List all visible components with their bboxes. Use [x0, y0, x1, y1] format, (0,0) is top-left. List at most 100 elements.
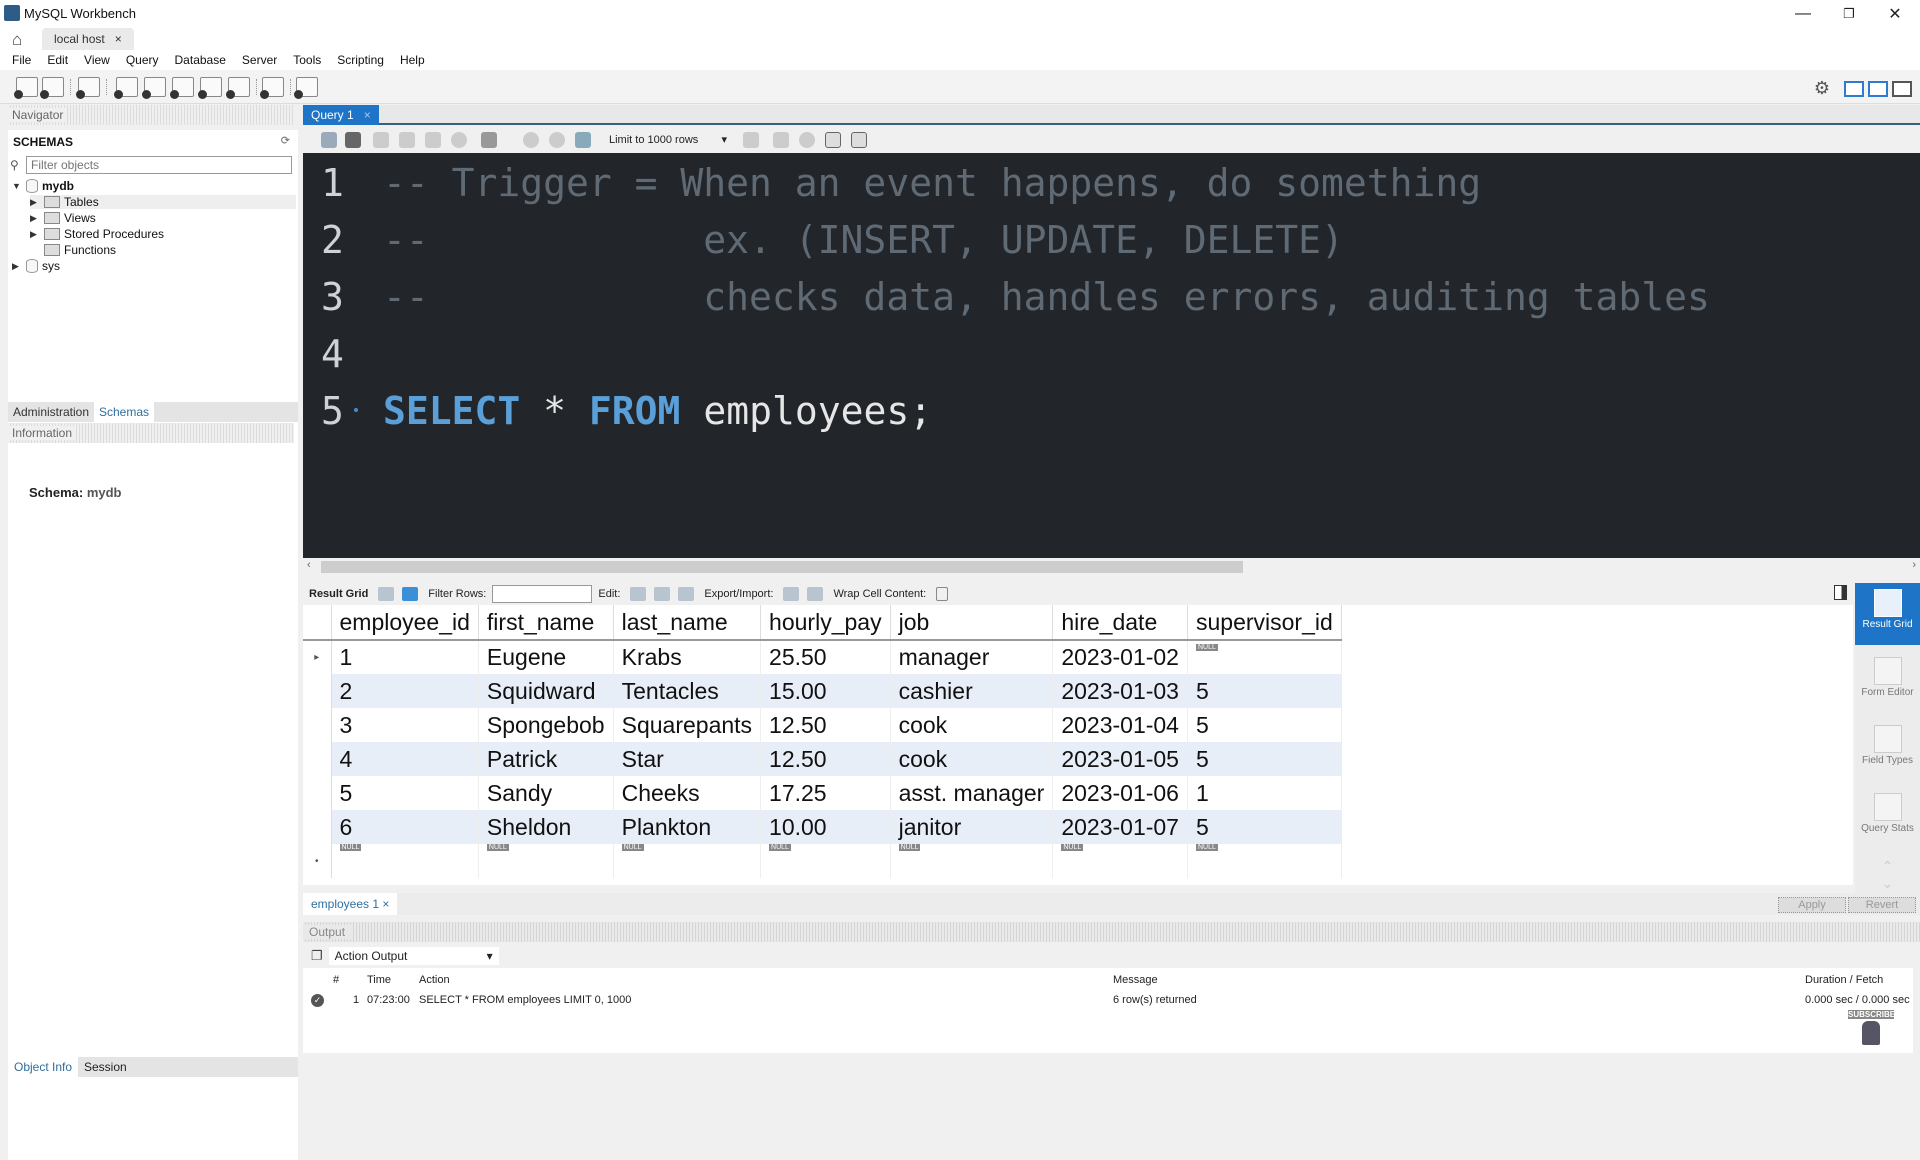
delete-row-icon[interactable]: [678, 587, 695, 601]
cell-employee-id[interactable]: 3: [331, 708, 479, 742]
expand-arrow-icon[interactable]: ▶: [30, 229, 40, 240]
cell-job[interactable]: cook: [890, 742, 1054, 776]
wrap-cell-icon[interactable]: [936, 587, 949, 601]
tab-object-info[interactable]: Object Info: [8, 1057, 79, 1077]
toggle-output-icon[interactable]: [1868, 80, 1888, 97]
save-icon[interactable]: [345, 132, 361, 148]
close-button[interactable]: ✕: [1872, 0, 1918, 28]
menu-database[interactable]: Database: [167, 50, 234, 70]
cell-first-name[interactable]: Eugene: [478, 640, 614, 674]
cell-first-name[interactable]: Sandy: [478, 776, 614, 810]
create-view-icon[interactable]: [170, 77, 194, 99]
cell-last-name[interactable]: Plankton: [613, 810, 762, 844]
cell-hire-date[interactable]: 2023-01-02: [1052, 640, 1188, 674]
open-file-icon[interactable]: [321, 132, 337, 148]
cell-hire-date[interactable]: 2023-01-05: [1052, 742, 1188, 776]
cell-job[interactable]: janitor: [890, 810, 1054, 844]
cell-supervisor-id[interactable]: NULL: [1187, 640, 1342, 674]
column-header-first-name[interactable]: first_name: [478, 605, 614, 641]
filter-objects-input[interactable]: [26, 156, 292, 174]
close-icon[interactable]: ×: [382, 897, 389, 911]
cell-hourly-pay[interactable]: 12.50: [760, 742, 891, 776]
cell-employee-id[interactable]: 2: [331, 674, 479, 708]
cell-first-name[interactable]: Patrick: [478, 742, 614, 776]
tab-administration[interactable]: Administration: [8, 402, 94, 422]
table-row[interactable]: 4 Patrick Star 12.50 cook 2023-01-05 5: [303, 742, 1342, 776]
settings-gear-icon[interactable]: ⚙: [1814, 78, 1830, 99]
cell-supervisor-id[interactable]: 5: [1187, 708, 1342, 742]
add-snippet-icon[interactable]: [743, 132, 759, 148]
insert-row-icon[interactable]: [654, 587, 671, 601]
new-row-cell[interactable]: NULL: [890, 844, 1054, 878]
menu-view[interactable]: View: [76, 50, 118, 70]
row-selector[interactable]: [303, 776, 332, 810]
autocommit-icon[interactable]: [575, 132, 591, 148]
cell-supervisor-id[interactable]: 1: [1187, 776, 1342, 810]
cell-hire-date[interactable]: 2023-01-06: [1052, 776, 1188, 810]
new-row-cell[interactable]: NULL: [613, 844, 762, 878]
new-row-cell[interactable]: NULL: [1052, 844, 1188, 878]
toggle-secondary-sidebar-icon[interactable]: [1892, 80, 1912, 97]
menu-help[interactable]: Help: [392, 50, 433, 70]
cell-job[interactable]: manager: [890, 640, 1054, 674]
sql-editor[interactable]: 1 -- Trigger = When an event happens, do…: [303, 153, 1920, 558]
find-icon[interactable]: [799, 132, 815, 148]
cell-last-name[interactable]: Cheeks: [613, 776, 762, 810]
side-query-stats[interactable]: Query Stats: [1855, 787, 1920, 834]
toggle-continue-on-error-icon[interactable]: [481, 132, 497, 148]
row-selector[interactable]: [303, 810, 332, 844]
cell-hourly-pay[interactable]: 12.50: [760, 708, 891, 742]
cell-job[interactable]: cashier: [890, 674, 1054, 708]
copy-icon[interactable]: ❐: [311, 948, 323, 964]
table-row[interactable]: 2 Squidward Tentacles 15.00 cashier 2023-01-0…: [303, 674, 1342, 708]
cell-employee-id[interactable]: 1: [331, 640, 479, 674]
toggle-sidebar-icon[interactable]: [1844, 80, 1864, 97]
reconnect-icon[interactable]: [294, 77, 318, 99]
search-table-data-icon[interactable]: [260, 77, 284, 99]
grid-layout-icon[interactable]: [378, 587, 395, 601]
column-header-job[interactable]: job: [890, 605, 1054, 641]
tree-item-functions[interactable]: Functions: [30, 243, 116, 257]
new-row-cell[interactable]: NULL: [760, 844, 891, 878]
create-table-icon[interactable]: [142, 77, 166, 99]
table-row[interactable]: 6 Sheldon Plankton 10.00 janitor 2023-01-07 5: [303, 810, 1342, 844]
new-row-cell[interactable]: NULL: [1187, 844, 1342, 878]
revert-button[interactable]: Revert: [1848, 897, 1916, 913]
row-selector[interactable]: [303, 674, 332, 708]
cell-last-name[interactable]: Tentacles: [613, 674, 762, 708]
cell-last-name[interactable]: Squarepants: [613, 708, 762, 742]
menu-file[interactable]: File: [4, 50, 39, 70]
side-field-types[interactable]: Field Types: [1855, 719, 1920, 766]
table-row[interactable]: 3 Spongebob Squarepants 12.50 cook 2023-01-04…: [303, 708, 1342, 742]
row-selector[interactable]: [303, 708, 332, 742]
export-icon[interactable]: [783, 587, 800, 601]
open-sql-script-icon[interactable]: [40, 77, 64, 99]
create-schema-icon[interactable]: [114, 77, 138, 99]
limit-rows-select[interactable]: Limit to 1000 rows ▾: [609, 131, 727, 149]
column-header-hire-date[interactable]: hire_date: [1052, 605, 1188, 641]
side-form-editor[interactable]: Form Editor: [1855, 651, 1920, 698]
result-tab[interactable]: employees 1 ×: [303, 893, 398, 915]
query-tab[interactable]: Query 1 ×: [303, 105, 379, 125]
execute-icon[interactable]: [373, 132, 389, 148]
new-row-cell[interactable]: NULL: [331, 844, 479, 878]
cell-first-name[interactable]: Sheldon: [478, 810, 614, 844]
menu-scripting[interactable]: Scripting: [329, 50, 392, 70]
side-result-grid[interactable]: Result Grid: [1855, 583, 1920, 645]
cell-job[interactable]: asst. manager: [890, 776, 1054, 810]
rollback-icon[interactable]: [549, 132, 565, 148]
home-icon[interactable]: ⌂: [12, 30, 22, 50]
create-function-icon[interactable]: [226, 77, 250, 99]
cell-last-name[interactable]: Krabs: [613, 640, 762, 674]
tab-session[interactable]: Session: [78, 1057, 298, 1077]
import-icon[interactable]: [807, 587, 824, 601]
tab-schemas[interactable]: Schemas: [94, 402, 154, 422]
column-header-hourly-pay[interactable]: hourly_pay: [760, 605, 891, 641]
cell-hourly-pay[interactable]: 17.25: [760, 776, 891, 810]
scrollbar-thumb[interactable]: [321, 561, 1243, 573]
cell-first-name[interactable]: Squidward: [478, 674, 614, 708]
execute-current-icon[interactable]: [399, 132, 415, 148]
minimize-button[interactable]: —: [1780, 0, 1826, 28]
cell-employee-id[interactable]: 6: [331, 810, 479, 844]
editor-horizontal-scrollbar[interactable]: ‹ ›: [303, 558, 1920, 576]
